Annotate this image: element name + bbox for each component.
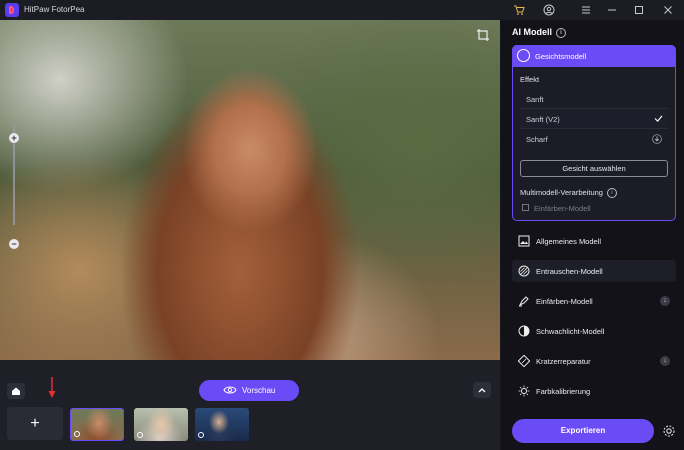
model-item-denoise[interactable]: Entrauschen-Modell	[512, 260, 676, 282]
export-button[interactable]: Exportieren	[512, 419, 654, 443]
thumbnail-3[interactable]	[195, 408, 249, 441]
model-item-colorize[interactable]: Einfärben-Modell ↓	[512, 290, 676, 312]
model-label: Kratzerreparatur	[536, 357, 591, 366]
model-item-lowlight[interactable]: Schwachlicht-Modell	[512, 320, 676, 342]
model-label: Entrauschen-Modell	[536, 267, 603, 276]
panel-title: AI Modell i	[512, 27, 566, 38]
chevron-down-icon[interactable]: ↓	[660, 356, 670, 366]
panel-title-text: AI Modell	[512, 27, 552, 37]
effect-label: Effekt	[520, 75, 540, 84]
zoom-in-button[interactable]: +	[9, 133, 19, 143]
download-icon[interactable]	[652, 134, 662, 144]
thumbnail-status-icon	[137, 432, 143, 438]
option-label: Sanft (V2)	[526, 115, 560, 124]
color-calibration-icon	[518, 385, 530, 397]
face-icon	[517, 49, 530, 62]
home-button[interactable]	[7, 383, 25, 399]
image-icon	[518, 235, 530, 247]
gear-icon[interactable]	[662, 424, 676, 438]
thumbnail-status-icon	[74, 431, 80, 437]
effect-option-sanft-v2[interactable]: Sanft (V2)	[520, 110, 668, 129]
preview-label: Vorschau	[242, 386, 276, 395]
effect-option-scharf[interactable]: Scharf	[520, 130, 668, 148]
cart-icon[interactable]	[511, 2, 527, 18]
info-icon[interactable]: i	[556, 27, 566, 38]
portrait-photo	[0, 20, 500, 360]
denoise-icon	[518, 265, 530, 277]
menu-icon[interactable]	[578, 2, 594, 18]
maximize-icon[interactable]	[631, 2, 647, 18]
add-image-button[interactable]: +	[7, 407, 63, 440]
multimodel-label: Multimodell-Verarbeitung i	[520, 188, 617, 199]
info-icon[interactable]: i	[606, 188, 617, 199]
model-label: Schwachlicht-Modell	[536, 327, 605, 336]
app-title: HitPaw FotorPea	[24, 5, 85, 14]
thumbnail-1[interactable]	[70, 408, 124, 441]
close-icon[interactable]	[660, 2, 676, 18]
option-label: Scharf	[526, 135, 548, 144]
preview-button[interactable]: Vorschau	[199, 380, 299, 401]
checkmark-icon	[654, 115, 663, 122]
zoom-out-button[interactable]: −	[9, 239, 19, 249]
home-icon	[12, 387, 20, 395]
model-label: Allgemeines Modell	[536, 237, 602, 246]
chevron-down-icon[interactable]: ↓	[660, 296, 670, 306]
image-canvas[interactable]	[0, 20, 500, 360]
model-item-general[interactable]: Allgemeines Modell	[512, 230, 676, 252]
thumbnail-2[interactable]	[134, 408, 188, 441]
account-icon[interactable]	[541, 2, 557, 18]
scratch-icon	[518, 355, 530, 367]
colorize-checkbox[interactable]	[522, 204, 529, 211]
model-label: Einfärben-Modell	[536, 297, 593, 306]
lowlight-icon	[518, 325, 530, 337]
colorize-checkbox-label: Einfärben-Modell	[534, 204, 591, 213]
model-label: Farbkalibrierung	[536, 387, 591, 396]
crop-icon[interactable]	[476, 28, 490, 42]
eye-icon	[223, 386, 237, 394]
app-logo-icon	[5, 3, 19, 17]
multimodel-text: Multimodell-Verarbeitung	[520, 188, 603, 197]
red-arrow-annotation-icon	[47, 376, 57, 400]
thumbnail-status-icon	[198, 432, 204, 438]
model-item-color-calibration[interactable]: Farbkalibrierung	[512, 380, 676, 402]
minimize-icon[interactable]	[604, 2, 620, 18]
choose-face-button[interactable]: Gesicht auswählen	[520, 160, 668, 177]
face-model-label: Gesichtsmodell	[535, 52, 587, 61]
model-item-scratch[interactable]: Kratzerreparatur ↓	[512, 350, 676, 372]
collapse-button[interactable]	[473, 382, 491, 398]
effect-option-sanft[interactable]: Sanft	[520, 90, 668, 109]
chevron-up-icon	[478, 388, 486, 393]
colorize-icon	[518, 296, 529, 307]
option-label: Sanft	[526, 95, 544, 104]
